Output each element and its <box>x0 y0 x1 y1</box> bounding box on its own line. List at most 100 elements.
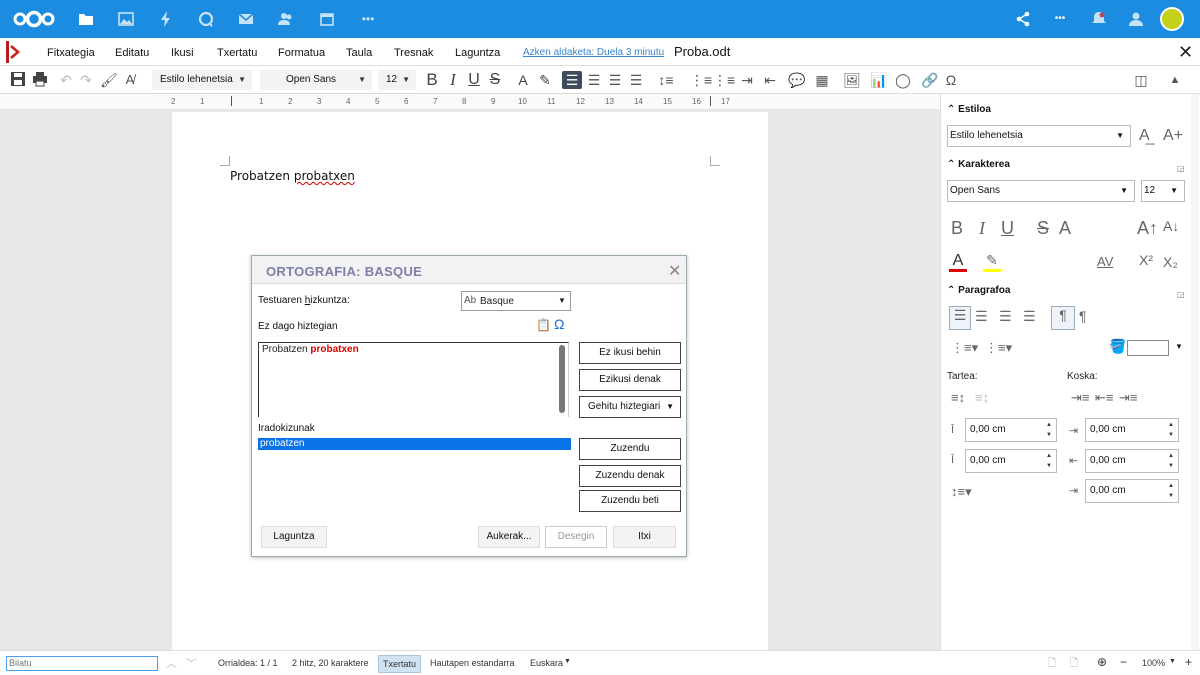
zoom-out-icon[interactable]: − <box>1120 655 1127 669</box>
menu-file[interactable]: Fitxategia <box>47 47 95 59</box>
align-right-icon[interactable]: ☰ <box>999 308 1012 325</box>
shrink-font-icon[interactable]: A↓ <box>1163 218 1179 234</box>
sidebar-scrollbar[interactable] <box>1191 94 1199 650</box>
paste-icon[interactable]: 📋 <box>536 318 551 332</box>
bullet-list-icon[interactable]: ⋮≡▾ <box>951 340 978 356</box>
ignore-once-button[interactable]: Ez ikusi behin <box>579 342 681 364</box>
ignore-all-button[interactable]: Ezikusi denak <box>579 369 681 391</box>
subscript-icon[interactable]: X₂ <box>1163 254 1178 270</box>
bullet-list-icon[interactable]: ⋮≡ <box>690 71 712 89</box>
line-spacing-icon[interactable]: ↕≡▾ <box>951 484 972 500</box>
align-left-icon[interactable]: ☰ <box>562 71 582 89</box>
align-center-icon[interactable]: ☰ <box>975 308 988 325</box>
decrease-spacing-icon[interactable]: ≡↕ <box>975 390 989 405</box>
correct-button[interactable]: Zuzendu <box>579 438 681 460</box>
close-document-icon[interactable]: ✕ <box>1178 42 1193 63</box>
hanging-indent-icon[interactable]: ⇥≡ <box>1119 390 1137 406</box>
menu-edit[interactable]: Editatu <box>115 47 149 59</box>
sidebar-toggle-icon[interactable]: ◫ <box>1132 71 1150 89</box>
highlight-icon[interactable]: ✎ <box>983 252 1001 272</box>
redo-icon[interactable]: ↷ <box>78 71 94 89</box>
highlight-icon[interactable]: ✎ <box>537 71 553 89</box>
save-icon[interactable] <box>9 71 27 89</box>
rtl-direction-icon[interactable]: ¶ <box>1079 308 1087 324</box>
underline-icon[interactable]: U <box>1001 218 1014 239</box>
zoom-reset-icon[interactable]: ⊕ <box>1097 655 1107 669</box>
language-select[interactable]: A͏b Basque ▼ <box>461 291 571 311</box>
user-avatar[interactable] <box>1160 7 1184 31</box>
insert-image-icon[interactable]: 🖼 <box>840 71 864 89</box>
language-status[interactable]: Euskara <box>530 658 563 668</box>
chevron-down-icon[interactable]: ▼ <box>1175 342 1183 351</box>
share-icon[interactable] <box>1014 10 1032 28</box>
menu-format[interactable]: Formatua <box>278 47 325 59</box>
more-options-icon[interactable]: ••• <box>1051 10 1069 28</box>
contacts-icon[interactable] <box>277 10 295 28</box>
special-character-icon[interactable]: Ω <box>554 316 564 332</box>
comment-icon[interactable]: 💬 <box>788 71 806 89</box>
insert-link-icon[interactable]: 🔗 <box>921 71 939 89</box>
insert-chart-icon[interactable]: 📊 <box>870 71 888 89</box>
menu-view[interactable]: Ikusi <box>171 47 194 59</box>
clear-formatting-icon[interactable]: A̸ <box>121 71 139 89</box>
numbered-list-icon[interactable]: ⋮≡▾ <box>985 340 1012 356</box>
close-icon[interactable]: ✕ <box>668 261 681 281</box>
add-to-dictionary-button[interactable]: Gehitu hiztegiari ▼ <box>579 396 681 418</box>
strikethrough-icon[interactable]: S <box>488 71 502 89</box>
above-spacing-input[interactable]: 0,00 cm ▲ ▼ <box>965 418 1057 442</box>
increase-spacing-icon[interactable]: ≡↕ <box>951 390 965 405</box>
more-options-icon[interactable]: ◲ <box>1177 290 1185 299</box>
decrease-indent-icon[interactable]: ⇤≡ <box>1095 390 1113 406</box>
suggestion-item[interactable]: probatzen <box>258 438 571 450</box>
align-justify-icon[interactable]: ☰ <box>628 71 644 89</box>
document-text[interactable]: Probatzen probatxen <box>230 169 355 183</box>
sidebar-style-select[interactable]: Estilo lehenetsia ▼ <box>947 125 1131 147</box>
italic-icon[interactable]: I <box>447 71 459 89</box>
menu-table[interactable]: Taula <box>346 47 372 59</box>
font-name-select[interactable]: Open Sans ▼ <box>260 70 372 90</box>
menu-tools[interactable]: Tresnak <box>394 47 433 59</box>
align-center-icon[interactable]: ☰ <box>586 71 602 89</box>
zoom-in-icon[interactable]: + <box>1185 655 1192 669</box>
talk-icon[interactable] <box>197 10 215 28</box>
increase-indent-icon[interactable]: ⇥≡ <box>1071 390 1089 406</box>
insert-table-icon[interactable]: ▦ <box>810 71 834 89</box>
grow-font-icon[interactable]: A↑ <box>1137 218 1158 239</box>
font-color-icon[interactable]: A <box>949 252 967 272</box>
photos-icon[interactable] <box>117 10 135 28</box>
align-justify-icon[interactable]: ☰ <box>1023 308 1036 325</box>
style-section-header[interactable]: ⌃ Estiloa <box>947 104 991 115</box>
paragraph-section-header[interactable]: ⌃ Paragrafoa <box>947 285 1010 296</box>
close-button[interactable]: Itxi <box>613 526 676 548</box>
mail-icon[interactable] <box>237 10 255 28</box>
undo-icon[interactable]: ↶ <box>58 71 74 89</box>
zoom-level[interactable]: 100% <box>1142 658 1165 668</box>
autocorrect-button[interactable]: Zuzendu beti <box>579 490 681 512</box>
decrease-indent-icon[interactable]: ⇤ <box>761 71 779 89</box>
document-title[interactable]: Proba.odt <box>674 44 730 59</box>
underline-icon[interactable]: U <box>467 71 481 89</box>
after-indent-input[interactable]: 0,00 cm ▲ ▼ <box>1085 449 1179 473</box>
ruler-right-margin[interactable] <box>710 96 711 106</box>
font-size-select[interactable]: 12 ▼ <box>378 70 416 90</box>
sidebar-font-select[interactable]: Open Sans ▼ <box>947 180 1135 202</box>
before-indent-input[interactable]: 0,00 cm ▲ ▼ <box>1085 418 1179 442</box>
italic-icon[interactable]: I <box>979 218 985 239</box>
insert-mode[interactable]: Txertatu <box>378 655 422 673</box>
more-options-icon[interactable]: ◲ <box>1177 164 1185 173</box>
selection-mode[interactable]: Hautapen estandarra <box>430 658 515 668</box>
new-style-icon[interactable]: A+ <box>1163 127 1183 145</box>
more-apps-icon[interactable]: ••• <box>359 10 377 28</box>
line-spacing-icon[interactable]: ↕≡ <box>654 71 678 89</box>
superscript-icon[interactable]: X² <box>1139 252 1153 268</box>
menu-help[interactable]: Laguntza <box>455 47 500 59</box>
increase-indent-icon[interactable]: ⇥ <box>738 71 756 89</box>
numbered-list-icon[interactable]: ⋮≡ <box>713 71 735 89</box>
ltr-direction-icon[interactable]: ¶ <box>1051 306 1075 330</box>
paragraph-style-select[interactable]: Estilo lehenetsia ▼ <box>152 70 252 90</box>
update-style-icon[interactable]: A͢ <box>1139 127 1150 145</box>
sentence-textbox[interactable]: Probatzen probatxen <box>258 342 569 417</box>
chevron-down-icon[interactable]: ▼ <box>1169 658 1176 665</box>
search-up-icon[interactable]: ︿ <box>166 655 177 671</box>
sidebar-size-select[interactable]: 12 ▼ <box>1141 180 1185 202</box>
